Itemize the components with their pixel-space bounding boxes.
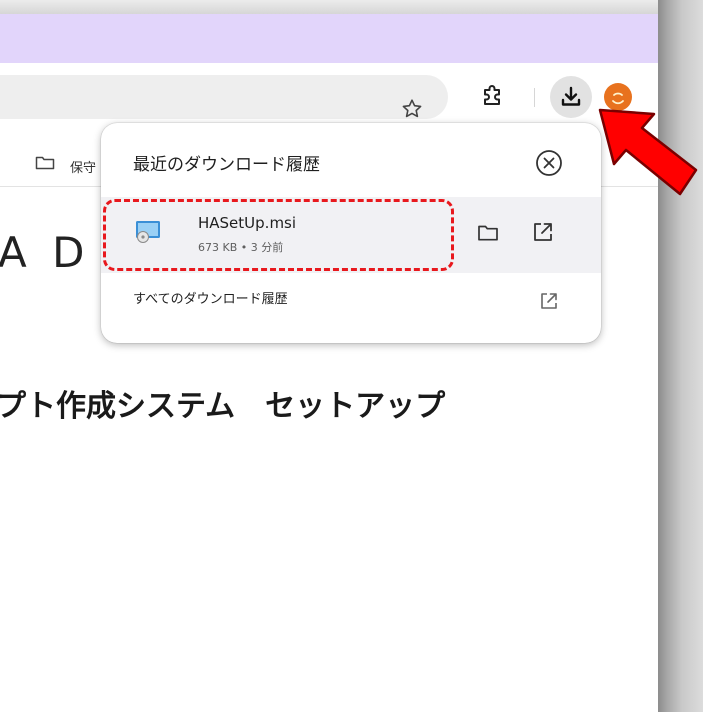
all-downloads-label: すべてのダウンロード履歴 xyxy=(133,292,288,307)
puzzle-icon[interactable] xyxy=(479,83,505,109)
open-external-icon[interactable] xyxy=(530,219,556,245)
all-downloads-link[interactable]: すべてのダウンロード履歴 xyxy=(101,273,601,329)
page-logo-text: A D xyxy=(0,228,91,277)
folder-icon[interactable] xyxy=(476,221,500,245)
pointer-arrow-icon xyxy=(598,108,698,196)
toolbar-separator xyxy=(534,88,535,107)
close-circle-icon[interactable] xyxy=(533,147,565,179)
open-external-icon xyxy=(541,293,557,309)
folder-icon[interactable] xyxy=(35,155,55,171)
downloads-button[interactable] xyxy=(550,76,592,118)
download-icon xyxy=(561,86,581,106)
browser-window: 保守 A D プト作成システム セットアップ xyxy=(0,14,658,712)
popup-title: 最近のダウンロード履歴 xyxy=(133,155,320,175)
toolbar xyxy=(0,63,658,131)
highlight-box xyxy=(103,199,454,271)
backdrop-top xyxy=(0,0,703,14)
bookmark-folder-label[interactable]: 保守 xyxy=(70,157,96,176)
page-heading: プト作成システム セットアップ xyxy=(0,389,446,424)
address-bar[interactable] xyxy=(0,75,448,119)
title-bar xyxy=(0,14,658,63)
star-icon[interactable] xyxy=(400,97,424,121)
